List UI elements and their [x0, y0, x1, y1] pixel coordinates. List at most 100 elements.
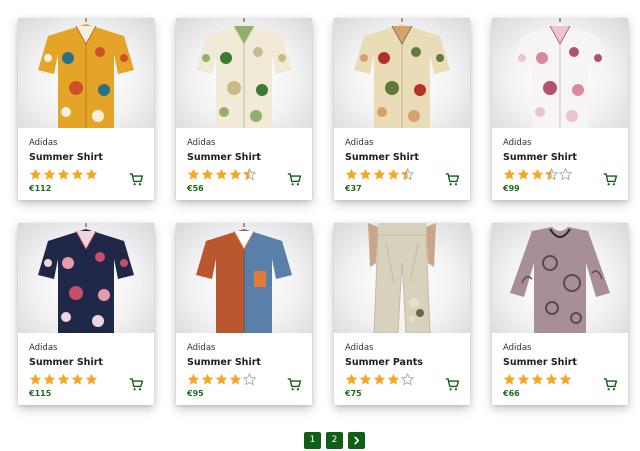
add-to-cart-button[interactable] — [445, 377, 460, 392]
product-card[interactable]: Adidas Summer Shirt €66 — [492, 223, 628, 405]
star-icon — [558, 166, 573, 181]
star-icon — [545, 371, 558, 385]
star-icon — [359, 371, 372, 385]
product-brand: Adidas — [503, 343, 532, 353]
product-price: €56 — [187, 184, 204, 193]
shirt-rust-denim-colorblock-image — [196, 223, 292, 333]
page-2-button[interactable]: 2 — [326, 432, 343, 449]
star-icon — [387, 371, 400, 385]
add-to-cart-button[interactable] — [129, 172, 144, 187]
product-info: Adidas Summer Shirt €56 — [176, 128, 312, 200]
add-to-cart-button[interactable] — [287, 172, 302, 187]
add-to-cart-button[interactable] — [445, 172, 460, 187]
star-icon — [85, 371, 98, 385]
product-image[interactable] — [18, 223, 154, 333]
product-brand: Adidas — [503, 138, 532, 148]
shirt-cream-tropical-leaves-image — [196, 18, 292, 128]
product-info: Adidas Summer Shirt €95 — [176, 333, 312, 405]
star-icon — [517, 166, 530, 180]
product-price: €99 — [503, 184, 520, 193]
add-to-cart-button[interactable] — [287, 377, 302, 392]
star-icon — [242, 371, 257, 386]
star-icon — [187, 371, 200, 385]
shirt-white-pink-blossoms-image — [512, 18, 608, 128]
star-icon — [400, 166, 415, 181]
rating-stars — [503, 166, 617, 181]
product-title[interactable]: Summer Shirt — [503, 151, 617, 164]
cart-icon — [287, 378, 302, 391]
product-price: €112 — [29, 184, 52, 193]
star-icon — [373, 166, 386, 180]
product-card[interactable]: Adidas Summer Shirt €115 — [18, 223, 154, 405]
add-to-cart-button[interactable] — [129, 377, 144, 392]
product-brand: Adidas — [345, 138, 374, 148]
product-info: Adidas Summer Shirt €115 — [18, 333, 154, 405]
rating-stars — [29, 371, 143, 385]
star-icon — [345, 371, 358, 385]
product-price: €95 — [187, 389, 204, 398]
product-image[interactable] — [176, 18, 312, 128]
product-title[interactable]: Summer Shirt — [345, 151, 459, 164]
product-info: Adidas Summer Pants €75 — [334, 333, 470, 405]
product-image[interactable] — [176, 223, 312, 333]
star-icon — [29, 371, 42, 385]
page-1-button[interactable]: 1 — [304, 432, 321, 449]
rating-stars — [187, 166, 301, 181]
cart-icon — [129, 173, 144, 186]
shirt-beige-red-roses-image — [354, 18, 450, 128]
shirt-navy-pink-floral-image — [38, 223, 134, 333]
cart-icon — [603, 173, 618, 186]
rating-stars — [345, 371, 459, 386]
star-icon — [57, 371, 70, 385]
cart-icon — [445, 378, 460, 391]
product-title[interactable]: Summer Shirt — [29, 151, 143, 164]
product-brand: Adidas — [187, 343, 216, 353]
product-price: €66 — [503, 389, 520, 398]
product-card[interactable]: Adidas Summer Shirt €56 — [176, 18, 312, 200]
product-info: Adidas Summer Shirt €99 — [492, 128, 628, 200]
cart-icon — [129, 378, 144, 391]
product-title[interactable]: Summer Pants — [345, 356, 459, 369]
product-title[interactable]: Summer Shirt — [503, 356, 617, 369]
product-card[interactable]: Adidas Summer Shirt €99 — [492, 18, 628, 200]
product-card[interactable]: Adidas Summer Pants €75 — [334, 223, 470, 405]
product-price: €75 — [345, 389, 362, 398]
product-brand: Adidas — [29, 343, 58, 353]
add-to-cart-button[interactable] — [603, 172, 618, 187]
star-icon — [400, 371, 415, 386]
product-image[interactable] — [18, 18, 154, 128]
star-icon — [359, 166, 372, 180]
product-image[interactable] — [334, 18, 470, 128]
star-icon — [85, 166, 98, 180]
rating-stars — [345, 166, 459, 181]
product-image[interactable] — [334, 223, 470, 333]
star-icon — [559, 371, 572, 385]
shirt-orange-blue-floral-image — [38, 18, 134, 128]
blouse-mauve-paisley-image — [510, 227, 610, 333]
product-card[interactable]: Adidas Summer Shirt €95 — [176, 223, 312, 405]
star-icon — [43, 371, 56, 385]
star-icon — [517, 371, 530, 385]
product-info: Adidas Summer Shirt €37 — [334, 128, 470, 200]
product-card[interactable]: Adidas Summer Shirt €37 — [334, 18, 470, 200]
star-icon — [531, 371, 544, 385]
add-to-cart-button[interactable] — [603, 377, 618, 392]
product-brand: Adidas — [187, 138, 216, 148]
star-icon — [201, 166, 214, 180]
star-icon — [242, 166, 257, 181]
product-title[interactable]: Summer Shirt — [29, 356, 143, 369]
star-icon — [187, 166, 200, 180]
product-card[interactable]: Adidas Summer Shirt €112 — [18, 18, 154, 200]
product-title[interactable]: Summer Shirt — [187, 356, 301, 369]
product-title[interactable]: Summer Shirt — [187, 151, 301, 164]
product-image[interactable] — [492, 223, 628, 333]
rating-stars — [29, 166, 143, 180]
next-page-button[interactable] — [348, 432, 365, 449]
star-icon — [29, 166, 42, 180]
star-icon — [71, 166, 84, 180]
star-icon — [544, 166, 559, 181]
product-image[interactable] — [492, 18, 628, 128]
star-icon — [503, 166, 516, 180]
cart-icon — [287, 173, 302, 186]
rating-stars — [187, 371, 301, 386]
